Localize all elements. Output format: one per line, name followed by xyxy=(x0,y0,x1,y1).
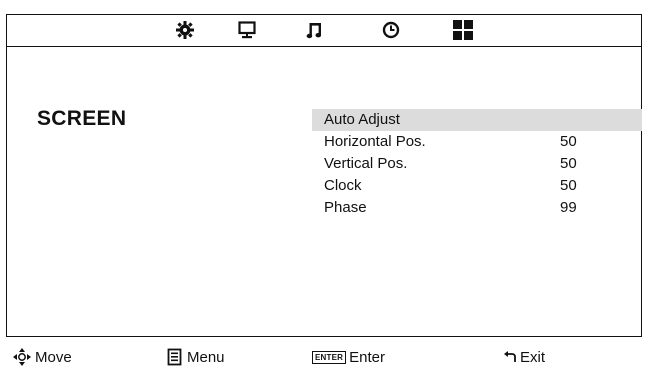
menu-item-clock[interactable]: Clock 50 xyxy=(312,175,642,197)
menu-item-value: 50 xyxy=(560,133,577,150)
enter-key-icon: ENTER xyxy=(312,350,347,364)
hint-move: Move xyxy=(12,347,72,367)
menu-item-label: Phase xyxy=(324,199,367,216)
tab-bar xyxy=(7,15,641,47)
menu-item-value: 50 xyxy=(560,177,577,194)
tab-setup[interactable] xyxy=(451,19,475,41)
hint-menu: Menu xyxy=(166,347,225,367)
picture-gear-icon xyxy=(176,21,194,39)
hint-enter: ENTER Enter xyxy=(312,347,385,367)
music-note-icon xyxy=(306,23,322,39)
osd-frame: SCREEN Auto Adjust Horizontal Pos. 50 Ve… xyxy=(6,14,642,337)
menu-item-label: Horizontal Pos. xyxy=(324,133,426,150)
monitor-screen-icon xyxy=(238,21,256,39)
page-title: SCREEN xyxy=(37,107,127,130)
menu-item-auto-adjust[interactable]: Auto Adjust xyxy=(312,109,642,131)
hint-exit: Exit xyxy=(503,347,545,367)
menu-item-vertical-pos[interactable]: Vertical Pos. 50 xyxy=(312,153,642,175)
hint-enter-label: Enter xyxy=(349,348,385,366)
menu-item-label: Vertical Pos. xyxy=(324,155,408,172)
screen-settings-menu: Auto Adjust Horizontal Pos. 50 Vertical … xyxy=(312,109,642,219)
menu-item-value: 99 xyxy=(560,199,577,216)
tab-screen[interactable] xyxy=(235,19,259,41)
menu-item-phase[interactable]: Phase 99 xyxy=(312,197,642,219)
menu-item-label: Auto Adjust xyxy=(324,111,400,128)
four-way-arrow-icon xyxy=(13,348,31,366)
return-arrow-icon xyxy=(504,351,516,362)
menu-item-label: Clock xyxy=(324,177,362,194)
clock-icon xyxy=(382,21,400,39)
menu-document-icon xyxy=(167,348,182,366)
hint-exit-label: Exit xyxy=(520,348,546,366)
menu-item-horizontal-pos[interactable]: Horizontal Pos. 50 xyxy=(312,131,642,153)
menu-item-value: 50 xyxy=(560,155,577,172)
tab-picture[interactable] xyxy=(173,19,197,41)
grid-setup-icon xyxy=(453,20,473,40)
hint-menu-label: Menu xyxy=(187,348,225,366)
hint-move-label: Move xyxy=(35,348,72,366)
tab-time[interactable] xyxy=(379,19,403,41)
tab-audio[interactable] xyxy=(303,19,327,41)
key-hint-bar: Move Menu ENTER Enter Exit xyxy=(6,337,642,376)
